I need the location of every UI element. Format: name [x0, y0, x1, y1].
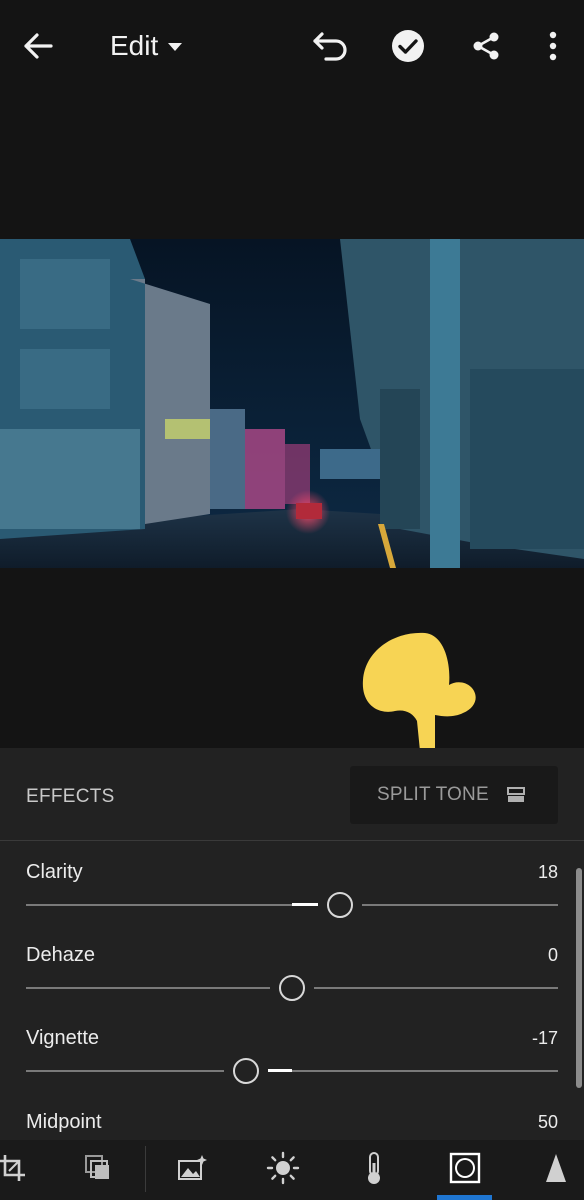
vignette-value: -17: [531, 1028, 558, 1048]
auto-enhance-icon[interactable]: [172, 1148, 212, 1188]
dehaze-label: Dehaze: [26, 944, 95, 966]
toolbar-separator: [145, 1146, 146, 1192]
crop-icon[interactable]: [0, 1148, 32, 1188]
effects-icon[interactable]: [445, 1148, 485, 1188]
scrollbar[interactable]: [576, 868, 582, 1088]
dehaze-slider-knob[interactable]: [279, 975, 305, 1001]
photo-preview[interactable]: [0, 239, 584, 568]
share-icon[interactable]: [466, 26, 506, 66]
clarity-label: Clarity: [26, 861, 83, 883]
divider: [0, 840, 584, 841]
detail-icon[interactable]: [536, 1148, 576, 1188]
split-tone-button[interactable]: SPLIT TONE: [350, 766, 558, 824]
vignette-label: Vignette: [26, 1027, 100, 1049]
active-tab-indicator: [437, 1195, 492, 1200]
clarity-slider-knob[interactable]: [327, 892, 353, 918]
dehaze-value: 0: [547, 945, 558, 965]
page-title: Edit: [110, 30, 159, 61]
vignette-slider-track[interactable]: [26, 1070, 558, 1072]
split-tone-label: SPLIT TONE: [377, 784, 489, 805]
undo-icon[interactable]: [308, 26, 354, 66]
edit-mode-dropdown[interactable]: Edit: [110, 28, 183, 64]
more-vertical-icon[interactable]: [538, 26, 568, 66]
vignette-slider-knob[interactable]: [233, 1058, 259, 1084]
midpoint-value: 50: [537, 1112, 558, 1132]
light-icon[interactable]: [263, 1148, 303, 1188]
color-temperature-icon[interactable]: [354, 1148, 394, 1188]
chevron-down-icon: [168, 43, 183, 51]
presets-icon[interactable]: [78, 1148, 118, 1188]
clarity-value: 18: [537, 862, 558, 882]
section-label: EFFECTS: [26, 786, 115, 807]
split-tone-icon: [506, 787, 525, 803]
back-arrow-icon[interactable]: [18, 26, 58, 66]
midpoint-label: Midpoint: [26, 1111, 102, 1133]
checkmark-icon[interactable]: [388, 26, 428, 66]
